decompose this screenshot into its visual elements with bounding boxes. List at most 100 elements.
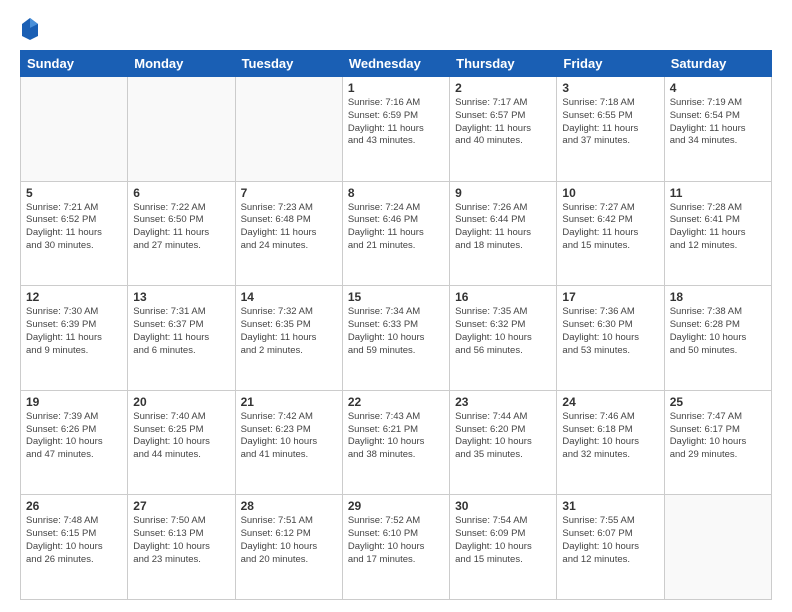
calendar-header-row: Sunday Monday Tuesday Wednesday Thursday… (21, 51, 772, 77)
table-row: 11Sunrise: 7:28 AM Sunset: 6:41 PM Dayli… (664, 181, 771, 286)
table-row: 27 Sunrise: 7:50 AM Sunset: 6:13 PM Dayli… (128, 495, 235, 600)
col-saturday: Saturday (664, 51, 771, 77)
day-info: Sunrise: 7:40 AM Sunset: 6:25 PM Dayligh… (133, 411, 229, 462)
day-number: 7 (241, 186, 337, 200)
day-info: Sunrise: 7:17 AM Sunset: 6:57 PM Dayligh… (455, 97, 551, 148)
col-wednesday: Wednesday (342, 51, 449, 77)
table-row: 6Sunrise: 7:22 AM Sunset: 6:50 PM Daylig… (128, 181, 235, 286)
table-row: 18 Sunrise: 7:38 AM Sunset: 6:28 PM Dayli… (664, 286, 771, 391)
col-thursday: Thursday (450, 51, 557, 77)
table-row: 8Sunrise: 7:24 AM Sunset: 6:46 PM Daylig… (342, 181, 449, 286)
calendar-week-row: 12 Sunrise: 7:30 AM Sunset: 6:39 PM Dayli… (21, 286, 772, 391)
day-info: Sunrise: 7:16 AM Sunset: 6:59 PM Dayligh… (348, 97, 444, 148)
col-tuesday: Tuesday (235, 51, 342, 77)
table-row: 24Sunrise: 7:46 AM Sunset: 6:18 PM Dayli… (557, 390, 664, 495)
table-row: 7Sunrise: 7:23 AM Sunset: 6:48 PM Daylig… (235, 181, 342, 286)
table-row: 9 Sunrise: 7:26 AM Sunset: 6:44 PM Daylig… (450, 181, 557, 286)
page: Sunday Monday Tuesday Wednesday Thursday… (0, 0, 792, 612)
day-info: Sunrise: 7:43 AM Sunset: 6:21 PM Dayligh… (348, 411, 444, 462)
day-number: 27 (133, 499, 229, 513)
day-number: 20 (133, 395, 229, 409)
table-row: 3 Sunrise: 7:18 AM Sunset: 6:55 PM Daylig… (557, 77, 664, 182)
table-row: 10 Sunrise: 7:27 AM Sunset: 6:42 PM Dayli… (557, 181, 664, 286)
calendar-week-row: 19Sunrise: 7:39 AM Sunset: 6:26 PM Dayli… (21, 390, 772, 495)
day-number: 14 (241, 290, 337, 304)
col-friday: Friday (557, 51, 664, 77)
table-row: 14 Sunrise: 7:32 AM Sunset: 6:35 PM Dayli… (235, 286, 342, 391)
day-info: Sunrise: 7:38 AM Sunset: 6:28 PM Dayligh… (670, 306, 766, 357)
day-info: Sunrise: 7:32 AM Sunset: 6:35 PM Dayligh… (241, 306, 337, 357)
logo (20, 16, 44, 40)
day-info: Sunrise: 7:48 AM Sunset: 6:15 PM Dayligh… (26, 515, 122, 566)
day-number: 26 (26, 499, 122, 513)
day-info: Sunrise: 7:47 AM Sunset: 6:17 PM Dayligh… (670, 411, 766, 462)
table-row: 15Sunrise: 7:34 AM Sunset: 6:33 PM Dayli… (342, 286, 449, 391)
day-info: Sunrise: 7:54 AM Sunset: 6:09 PM Dayligh… (455, 515, 551, 566)
day-number: 18 (670, 290, 766, 304)
day-info: Sunrise: 7:22 AM Sunset: 6:50 PM Dayligh… (133, 202, 229, 253)
day-number: 25 (670, 395, 766, 409)
day-info: Sunrise: 7:19 AM Sunset: 6:54 PM Dayligh… (670, 97, 766, 148)
col-sunday: Sunday (21, 51, 128, 77)
day-number: 22 (348, 395, 444, 409)
day-number: 13 (133, 290, 229, 304)
table-row: 12 Sunrise: 7:30 AM Sunset: 6:39 PM Dayli… (21, 286, 128, 391)
calendar-week-row: 1Sunrise: 7:16 AM Sunset: 6:59 PM Daylig… (21, 77, 772, 182)
table-row: 26 Sunrise: 7:48 AM Sunset: 6:15 PM Dayli… (21, 495, 128, 600)
day-info: Sunrise: 7:46 AM Sunset: 6:18 PM Dayligh… (562, 411, 658, 462)
table-row: 23Sunrise: 7:44 AM Sunset: 6:20 PM Dayli… (450, 390, 557, 495)
calendar-week-row: 26 Sunrise: 7:48 AM Sunset: 6:15 PM Dayli… (21, 495, 772, 600)
day-number: 19 (26, 395, 122, 409)
day-number: 28 (241, 499, 337, 513)
table-row: 25 Sunrise: 7:47 AM Sunset: 6:17 PM Dayli… (664, 390, 771, 495)
calendar-table: Sunday Monday Tuesday Wednesday Thursday… (20, 50, 772, 600)
table-row: 30 Sunrise: 7:54 AM Sunset: 6:09 PM Dayli… (450, 495, 557, 600)
day-number: 17 (562, 290, 658, 304)
day-number: 11 (670, 186, 766, 200)
table-row: 1Sunrise: 7:16 AM Sunset: 6:59 PM Daylig… (342, 77, 449, 182)
table-row: 5Sunrise: 7:21 AM Sunset: 6:52 PM Daylig… (21, 181, 128, 286)
table-row: 17 Sunrise: 7:36 AM Sunset: 6:30 PM Dayli… (557, 286, 664, 391)
day-number: 9 (455, 186, 551, 200)
day-info: Sunrise: 7:34 AM Sunset: 6:33 PM Dayligh… (348, 306, 444, 357)
day-info: Sunrise: 7:27 AM Sunset: 6:42 PM Dayligh… (562, 202, 658, 253)
table-row: 20 Sunrise: 7:40 AM Sunset: 6:25 PM Dayli… (128, 390, 235, 495)
table-row: 2 Sunrise: 7:17 AM Sunset: 6:57 PM Daylig… (450, 77, 557, 182)
day-info: Sunrise: 7:31 AM Sunset: 6:37 PM Dayligh… (133, 306, 229, 357)
day-number: 2 (455, 81, 551, 95)
day-number: 8 (348, 186, 444, 200)
day-number: 21 (241, 395, 337, 409)
table-row: 21 Sunrise: 7:42 AM Sunset: 6:23 PM Dayli… (235, 390, 342, 495)
day-number: 3 (562, 81, 658, 95)
day-info: Sunrise: 7:18 AM Sunset: 6:55 PM Dayligh… (562, 97, 658, 148)
day-info: Sunrise: 7:21 AM Sunset: 6:52 PM Dayligh… (26, 202, 122, 253)
day-number: 30 (455, 499, 551, 513)
table-row (128, 77, 235, 182)
day-info: Sunrise: 7:51 AM Sunset: 6:12 PM Dayligh… (241, 515, 337, 566)
table-row: 29Sunrise: 7:52 AM Sunset: 6:10 PM Dayli… (342, 495, 449, 600)
table-row: 19Sunrise: 7:39 AM Sunset: 6:26 PM Dayli… (21, 390, 128, 495)
day-info: Sunrise: 7:36 AM Sunset: 6:30 PM Dayligh… (562, 306, 658, 357)
table-row (235, 77, 342, 182)
day-info: Sunrise: 7:26 AM Sunset: 6:44 PM Dayligh… (455, 202, 551, 253)
table-row: 22 Sunrise: 7:43 AM Sunset: 6:21 PM Dayli… (342, 390, 449, 495)
day-number: 23 (455, 395, 551, 409)
calendar-week-row: 5Sunrise: 7:21 AM Sunset: 6:52 PM Daylig… (21, 181, 772, 286)
day-info: Sunrise: 7:52 AM Sunset: 6:10 PM Dayligh… (348, 515, 444, 566)
day-number: 31 (562, 499, 658, 513)
logo-icon (20, 16, 40, 40)
day-number: 4 (670, 81, 766, 95)
day-info: Sunrise: 7:50 AM Sunset: 6:13 PM Dayligh… (133, 515, 229, 566)
day-number: 10 (562, 186, 658, 200)
col-monday: Monday (128, 51, 235, 77)
day-info: Sunrise: 7:35 AM Sunset: 6:32 PM Dayligh… (455, 306, 551, 357)
day-number: 12 (26, 290, 122, 304)
table-row (21, 77, 128, 182)
table-row: 4 Sunrise: 7:19 AM Sunset: 6:54 PM Daylig… (664, 77, 771, 182)
day-info: Sunrise: 7:55 AM Sunset: 6:07 PM Dayligh… (562, 515, 658, 566)
table-row: 16 Sunrise: 7:35 AM Sunset: 6:32 PM Dayli… (450, 286, 557, 391)
day-number: 16 (455, 290, 551, 304)
day-info: Sunrise: 7:42 AM Sunset: 6:23 PM Dayligh… (241, 411, 337, 462)
day-info: Sunrise: 7:30 AM Sunset: 6:39 PM Dayligh… (26, 306, 122, 357)
table-row (664, 495, 771, 600)
